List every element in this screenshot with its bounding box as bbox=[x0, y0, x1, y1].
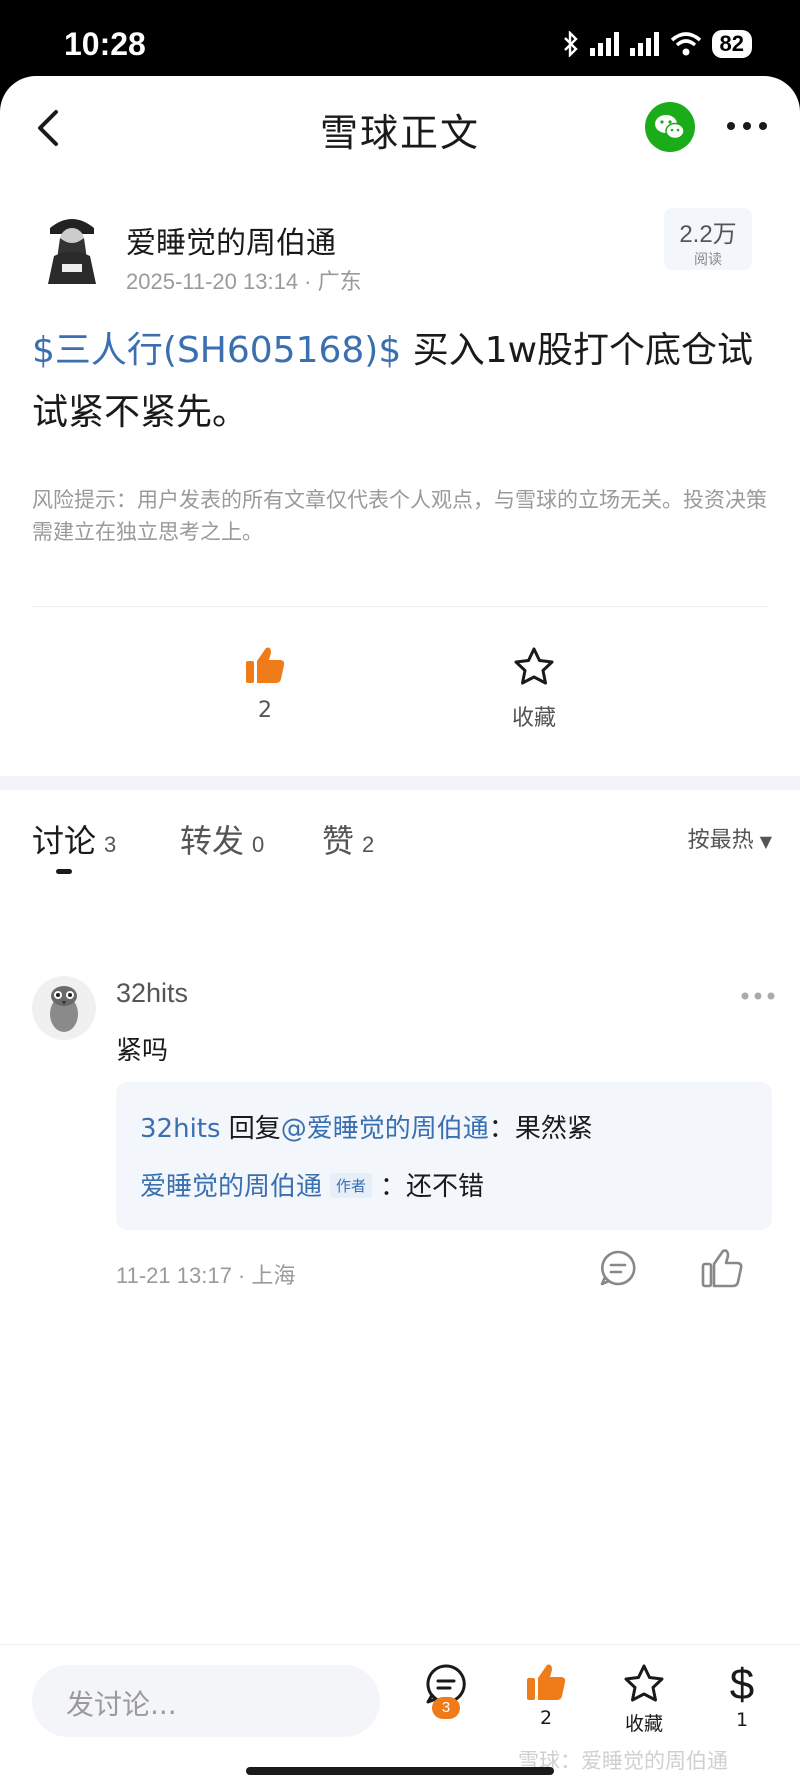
comment-input-placeholder: 发讨论... bbox=[66, 1688, 177, 1721]
tab-reposts[interactable]: 转发 0 bbox=[180, 816, 264, 862]
risk-disclaimer: 风险提示：用户发表的所有文章仅代表个人观点，与雪球的立场无关。投资决策需建立在独… bbox=[32, 488, 767, 544]
comment-meta: 11-21 13:17 · 上海 bbox=[116, 1263, 296, 1288]
divider bbox=[32, 606, 768, 607]
more-icon[interactable] bbox=[725, 114, 769, 138]
more-icon[interactable] bbox=[740, 990, 776, 1002]
home-indicator bbox=[246, 1767, 554, 1775]
reply-text: ：果然紧 bbox=[488, 1114, 593, 1144]
status-bar: 10:28 82 bbox=[0, 0, 800, 80]
tab-discussion-label: 讨论 bbox=[32, 822, 97, 860]
wifi-icon bbox=[670, 32, 701, 56]
reply-mention[interactable]: @爱睡觉的周伯通 bbox=[281, 1114, 489, 1144]
read-count: 2.2万 bbox=[679, 221, 737, 248]
reward-button[interactable]: $ 1 bbox=[724, 1660, 760, 1732]
wechat-icon bbox=[655, 115, 685, 140]
post-meta: 2025-11-20 13:14 · 广东 bbox=[126, 269, 362, 294]
signal-icon bbox=[629, 32, 659, 56]
discuss-count-badge: 3 bbox=[432, 1697, 460, 1719]
tab-reposts-label: 转发 bbox=[180, 822, 245, 860]
favorite-button[interactable]: 收藏 bbox=[498, 646, 570, 732]
bluetooth-icon bbox=[563, 31, 578, 57]
comment-tabs: 讨论 3 转发 0 赞2 按最热 ▼ bbox=[32, 816, 772, 876]
favorite-button[interactable]: 收藏 bbox=[622, 1663, 666, 1736]
star-icon bbox=[624, 1664, 664, 1702]
thumbs-up-icon[interactable] bbox=[700, 1246, 744, 1290]
reply-box[interactable]: 32hits 回复@爱睡觉的周伯通：果然紧 爱睡觉的周伯通 作者 ：还不错 bbox=[116, 1082, 772, 1230]
tab-discussion-count: 3 bbox=[104, 832, 117, 857]
read-label: 阅读 bbox=[694, 252, 722, 268]
reply-user[interactable]: 32hits bbox=[140, 1114, 221, 1144]
thumbs-up-icon bbox=[246, 647, 285, 683]
author-name[interactable]: 爱睡觉的周伯通 bbox=[126, 218, 336, 262]
signal-icon bbox=[589, 32, 619, 56]
stock-link[interactable]: $三人行(SH605168)$ bbox=[32, 330, 401, 371]
status-icons: 82 bbox=[562, 30, 752, 58]
author-header: 爱睡觉的周伯通 2025-11-20 13:14 · 广东 2.2万 阅读 bbox=[40, 208, 760, 318]
tab-reposts-count: 0 bbox=[252, 832, 265, 857]
reply-verb: 回复 bbox=[220, 1114, 281, 1144]
reward-count: 1 bbox=[735, 1709, 749, 1731]
comment-text: 紧吗 bbox=[116, 1036, 169, 1066]
discuss-button[interactable]: 3 bbox=[424, 1663, 468, 1743]
star-icon bbox=[514, 647, 554, 685]
status-time: 10:28 bbox=[64, 26, 146, 62]
dollar-icon: $ bbox=[729, 1660, 755, 1709]
commenter-avatar[interactable] bbox=[32, 976, 96, 1040]
like-button[interactable]: 2 bbox=[526, 1663, 566, 1729]
post-body: $三人行(SH605168)$ 买入1w股打个底仓试试紧不紧先。 bbox=[32, 320, 772, 444]
reply-item: 爱睡觉的周伯通 作者 ：还不错 bbox=[140, 1166, 484, 1203]
favorite-label: 收藏 bbox=[624, 1713, 663, 1735]
tab-active-indicator bbox=[56, 869, 72, 874]
author-badge: 作者 bbox=[330, 1173, 373, 1198]
commenter-name[interactable]: 32hits bbox=[116, 978, 188, 1009]
like-count: 2 bbox=[258, 698, 272, 723]
reply-text: ：还不错 bbox=[380, 1172, 485, 1202]
tab-likes-count: 2 bbox=[362, 832, 375, 857]
comment-icon[interactable] bbox=[598, 1248, 638, 1288]
comment-input[interactable]: 发讨论... bbox=[32, 1665, 380, 1737]
like-button[interactable]: 2 bbox=[230, 646, 300, 723]
reply-user[interactable]: 爱睡觉的周伯通 bbox=[140, 1172, 322, 1202]
bottom-bar: 发讨论... 3 2 收藏 $ 1 雪球：爱睡觉的周伯通 bbox=[0, 1644, 800, 1778]
favorite-label: 收藏 bbox=[511, 706, 556, 731]
sort-label: 按最热 bbox=[687, 828, 754, 853]
thumbs-up-icon bbox=[527, 1664, 566, 1700]
wechat-share-button[interactable] bbox=[645, 102, 695, 152]
section-divider bbox=[0, 776, 800, 790]
tab-likes[interactable]: 赞2 bbox=[322, 816, 374, 862]
sort-dropdown[interactable]: 按最热 ▼ bbox=[688, 822, 772, 854]
reply-item: 32hits 回复@爱睡觉的周伯通：果然紧 bbox=[140, 1108, 593, 1145]
read-count-box: 2.2万 阅读 bbox=[664, 208, 752, 270]
screen: 雪球正文 爱睡觉的周伯通 2025-11-20 13:14 · 广东 2.2万 … bbox=[0, 76, 800, 1778]
tab-likes-label: 赞 bbox=[322, 822, 355, 860]
author-avatar[interactable] bbox=[40, 208, 104, 284]
caret-down-icon: ▼ bbox=[759, 832, 772, 851]
battery-indicator: 82 bbox=[711, 30, 752, 58]
nav-bar: 雪球正文 bbox=[0, 76, 800, 176]
like-count: 2 bbox=[539, 1707, 553, 1729]
tab-discussion[interactable]: 讨论 3 bbox=[32, 816, 117, 874]
